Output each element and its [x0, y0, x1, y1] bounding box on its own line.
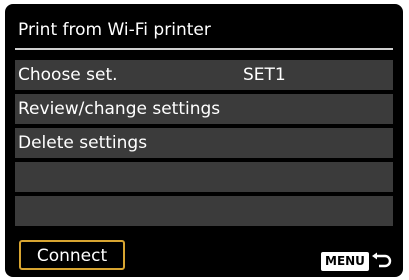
menu-item-review-change-settings[interactable]: Review/change settings: [15, 94, 393, 124]
menu-button-label: MENU: [321, 252, 369, 271]
menu-back-button[interactable]: MENU: [321, 252, 393, 271]
menu-item-value: SET1: [243, 65, 286, 85]
menu-item-label: Review/change settings: [18, 99, 221, 119]
menu-item-label: Choose set.: [18, 65, 118, 85]
menu-item-choose-set[interactable]: Choose set. SET1: [15, 60, 393, 90]
settings-menu: Choose set. SET1 Review/change settings …: [15, 60, 393, 230]
menu-item-empty: [15, 162, 393, 192]
title-divider: [15, 48, 393, 50]
menu-item-empty: [15, 196, 393, 226]
screen-title: Print from Wi-Fi printer: [18, 20, 211, 40]
connect-button-label: Connect: [36, 246, 108, 266]
connect-button[interactable]: Connect: [19, 240, 125, 270]
camera-screen: Print from Wi-Fi printer Choose set. SET…: [5, 4, 403, 277]
menu-item-label: Delete settings: [18, 133, 148, 153]
back-arrow-icon: [371, 252, 392, 268]
menu-item-delete-settings[interactable]: Delete settings: [15, 128, 393, 158]
